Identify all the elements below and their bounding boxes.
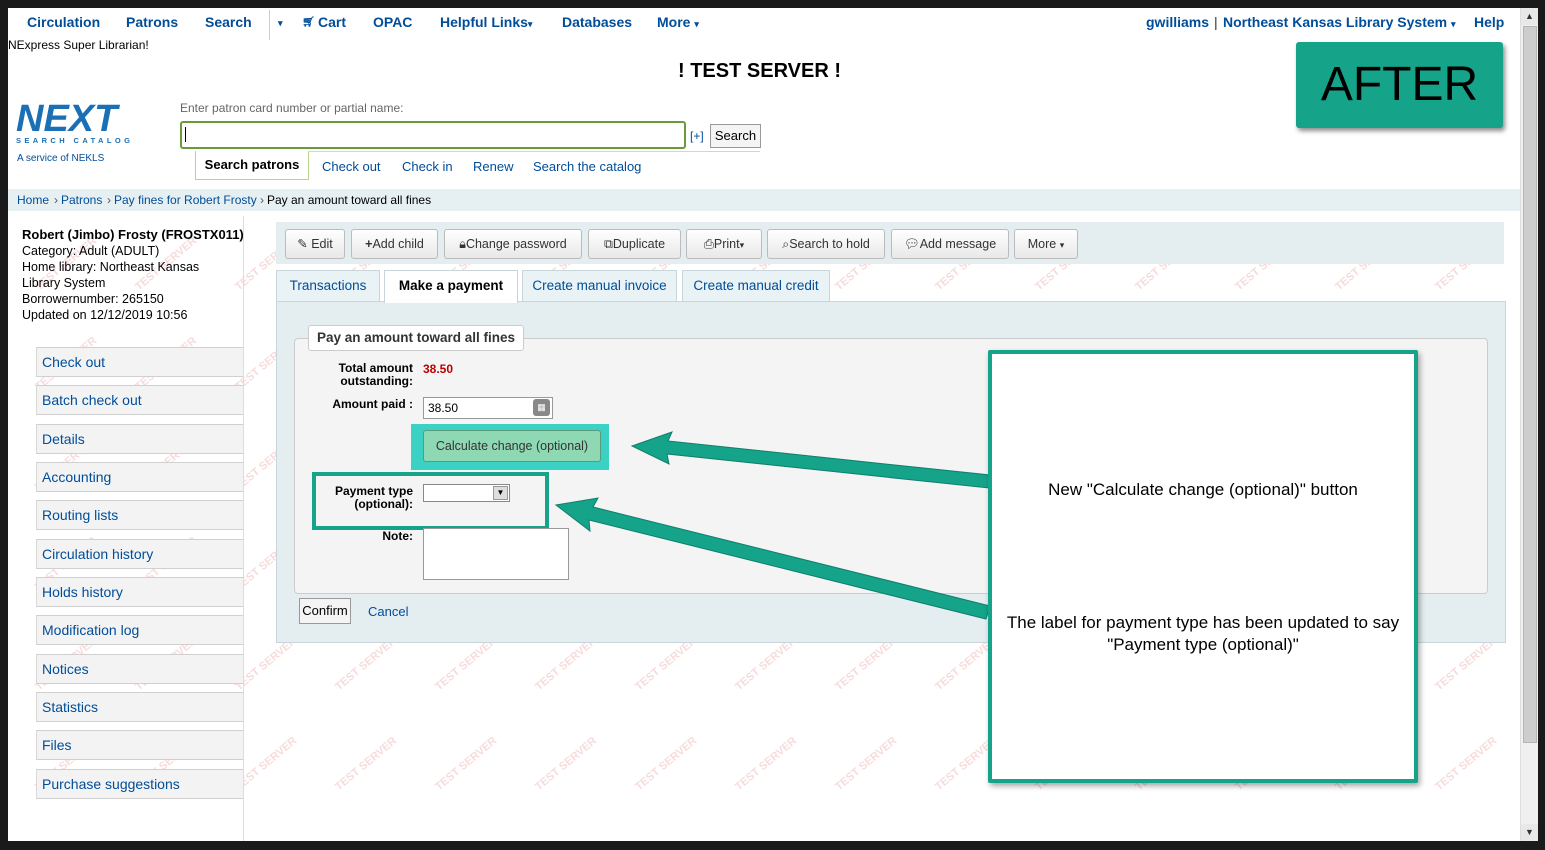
browser-page: TEST SERVER TEST SERVER TEST SERVER TEST SE…: [8, 8, 1520, 841]
scrollbar-thumb[interactable]: [1523, 26, 1537, 743]
arrow-to-calculate-button: [630, 431, 991, 489]
callout-text-payment-type: The label for payment type has been upda…: [1006, 613, 1400, 654]
arrow-to-payment-type-label: [554, 497, 991, 620]
scroll-up-icon[interactable]: ▲: [1521, 8, 1538, 25]
vertical-scrollbar[interactable]: ▲ ▼: [1520, 8, 1538, 841]
scroll-down-icon[interactable]: ▼: [1521, 824, 1538, 841]
annotation-callout: New "Calculate change (optional)" button…: [988, 350, 1418, 783]
callout-text-calculate: New "Calculate change (optional)" button: [1048, 480, 1358, 499]
